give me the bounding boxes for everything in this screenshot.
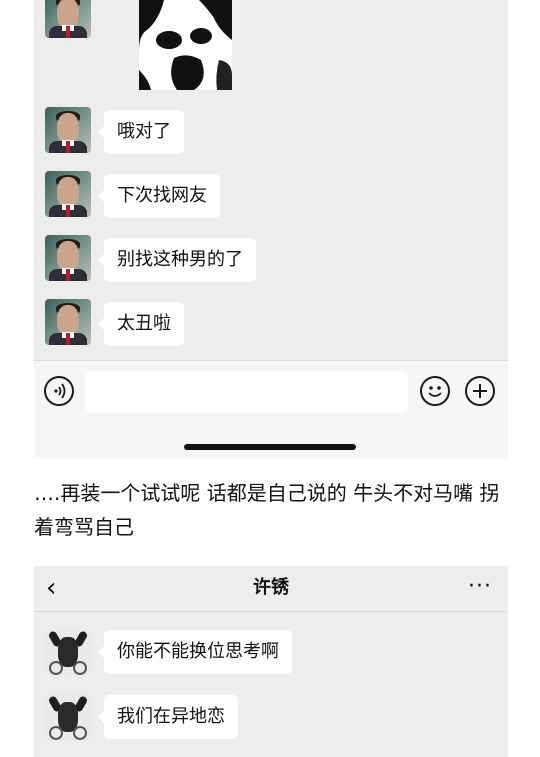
voice-icon — [54, 383, 66, 399]
post-caption: ….再装一个试试呢 话都是自己说的 牛头不对马嘴 拐着弯骂自己 — [34, 481, 500, 539]
message-bubble[interactable]: 别找这种男的了 — [98, 238, 256, 282]
contact-avatar[interactable] — [45, 629, 91, 675]
message-bubble[interactable]: 我们在异地恋 — [98, 695, 238, 739]
contact-avatar[interactable] — [45, 0, 91, 38]
avatar-wheel — [49, 661, 63, 675]
chat-input-bar — [34, 360, 508, 458]
plus-icon — [473, 384, 487, 398]
avatar-tie — [66, 333, 70, 345]
message-bubble[interactable]: 哦对了 — [98, 110, 184, 154]
chat-top-screenshot: 哦对了 下次找网友 别找这种男的了 太丑啦 — [34, 0, 508, 360]
sticker-message[interactable] — [139, 0, 232, 90]
avatar-face — [57, 177, 79, 207]
avatar-wheel — [73, 661, 87, 675]
message-input[interactable] — [86, 371, 408, 413]
chat-bottom-screenshot: 许锈 ‹ ··· 你能不能换位思考啊 我们在异地恋 — [34, 566, 508, 757]
more-icon[interactable]: ··· — [468, 570, 492, 604]
back-icon[interactable]: ‹ — [46, 572, 56, 604]
chat-title: 许锈 — [253, 577, 289, 598]
emoji-icon — [428, 386, 442, 397]
avatar-tie — [66, 205, 70, 217]
avatar-face — [57, 113, 79, 143]
emoji-icon[interactable] — [420, 376, 450, 406]
contact-avatar[interactable] — [45, 171, 91, 217]
message-bubble[interactable]: 太丑啦 — [98, 302, 184, 346]
message-bubble[interactable]: 你能不能换位思考啊 — [98, 630, 292, 674]
home-indicator — [184, 444, 356, 450]
contact-avatar[interactable] — [45, 235, 91, 281]
message-bubble[interactable]: 下次找网友 — [98, 174, 220, 218]
contact-avatar[interactable] — [45, 299, 91, 345]
avatar-wheel — [49, 726, 63, 740]
avatar-face — [57, 305, 79, 335]
avatar-tie — [66, 141, 70, 153]
sticker-image-icon — [139, 0, 232, 90]
contact-avatar[interactable] — [45, 107, 91, 153]
avatar-wheel — [73, 726, 87, 740]
avatar-tie — [66, 269, 70, 281]
voice-icon[interactable] — [44, 376, 74, 406]
plus-icon[interactable] — [465, 376, 495, 406]
chat-header: 许锈 ‹ ··· — [34, 566, 508, 612]
avatar-face — [57, 0, 79, 28]
avatar-face — [57, 241, 79, 271]
contact-avatar[interactable] — [45, 694, 91, 740]
avatar-tie — [66, 26, 70, 38]
